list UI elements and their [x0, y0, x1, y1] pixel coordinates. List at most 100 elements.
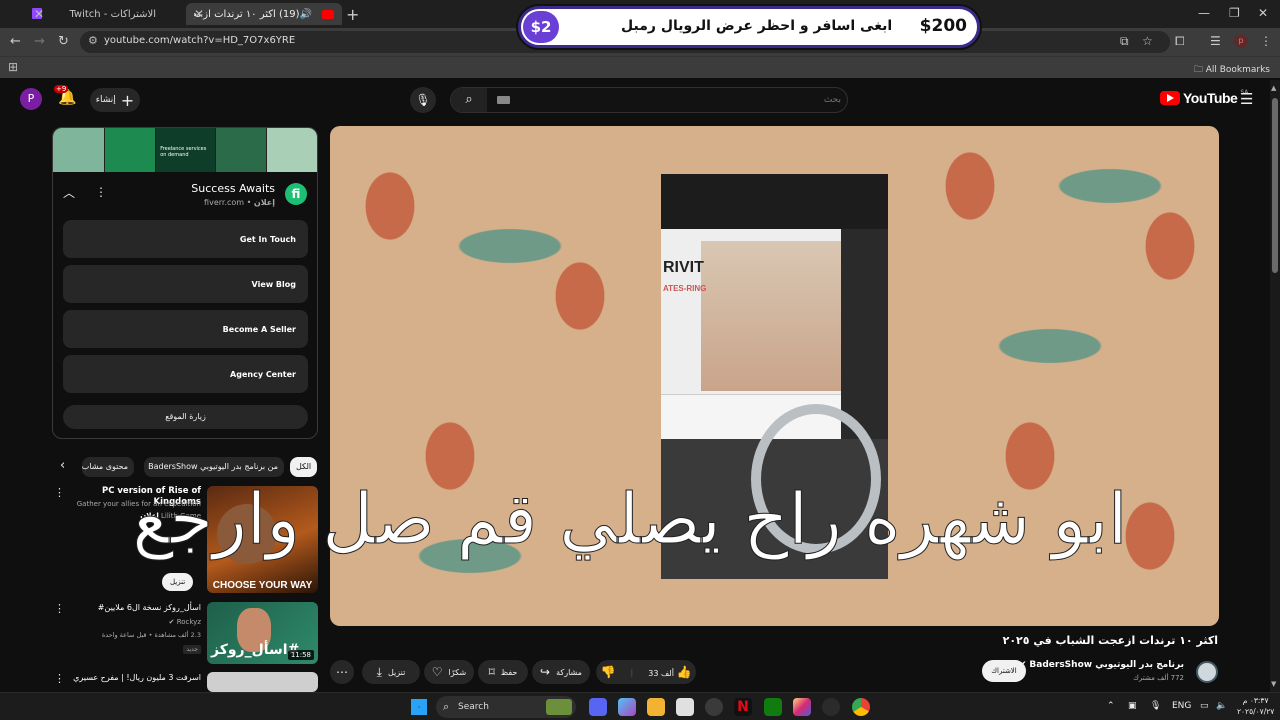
dislike-icon[interactable]: 👎 — [601, 665, 616, 679]
forward-icon[interactable]: → — [34, 34, 45, 49]
channel-name[interactable]: برنامج بدر اليوتيوبي BadersShow ✔ — [1019, 660, 1184, 670]
like-dislike-group: 👎 | 33 ألف 👍 — [596, 660, 696, 684]
speaker-icon[interactable]: 🔊 — [300, 9, 312, 20]
new-tab-button[interactable]: + — [346, 5, 359, 24]
scroll-down-icon[interactable]: ▼ — [1271, 680, 1276, 688]
download-button[interactable]: تنزيل — [162, 573, 194, 591]
guide-menu-icon[interactable]: ☰ — [1240, 90, 1253, 108]
app-icon[interactable] — [705, 698, 723, 716]
extensions-icon[interactable]: ⧠ — [1175, 34, 1185, 49]
notification-count-badge: +9 — [54, 85, 69, 93]
xbox-icon[interactable] — [764, 698, 782, 716]
language-indicator[interactable]: ENG — [1172, 701, 1191, 711]
collapse-chevron-icon[interactable]: ︿ — [63, 184, 75, 201]
close-tab-icon[interactable]: ✕ — [34, 7, 44, 21]
microphone-icon[interactable]: 🎙 — [1150, 701, 1161, 711]
ad-link-agency-center[interactable]: Agency Center — [63, 355, 308, 393]
chevron-left-icon[interactable]: ‹ — [60, 458, 65, 473]
all-bookmarks-label: All Bookmarks — [1205, 65, 1270, 75]
recommended-video-item[interactable]: #اسأل_روكز 11:58 ⋮ #اسأل_روكز نسخة ال6 م… — [52, 602, 318, 666]
cast-icon[interactable]: ⧉ — [1120, 34, 1129, 49]
share-icon: ↪ — [540, 665, 551, 679]
donation-badge: $2 — [523, 11, 559, 43]
copilot-icon[interactable] — [618, 698, 636, 716]
tray-chevron-up-icon[interactable]: ⌃ — [1107, 701, 1115, 711]
like-button[interactable]: 33 ألف 👍 — [648, 665, 691, 679]
ad-domain: fiverr.com — [204, 198, 245, 207]
thanks-button[interactable]: ♡ شكرًا — [424, 660, 474, 684]
chrome-icon[interactable] — [852, 698, 870, 716]
scroll-up-icon[interactable]: ▲ — [1271, 84, 1276, 92]
thanks-icon: ♡ — [431, 665, 443, 679]
taskbar-search[interactable]: ⌕ Search — [436, 696, 576, 718]
voice-search-mic-icon[interactable]: 🎙 — [410, 87, 436, 113]
download-label: تنزيل — [387, 667, 406, 677]
tab-youtube[interactable]: 🔊 (19) اكثر ١٠ ترندات ازعجت الشا... ✕ — [186, 3, 342, 25]
page-scrollbar[interactable]: ▲ ▼ — [1270, 80, 1280, 692]
file-explorer-icon[interactable] — [647, 698, 665, 716]
windows-start-icon[interactable] — [411, 699, 427, 715]
store-icon[interactable] — [676, 698, 694, 716]
url-text[interactable]: youtube.com/watch?v=HD_7O7x6YRE — [104, 35, 295, 46]
scrollbar-thumb[interactable] — [1272, 98, 1278, 273]
video-thumbnail[interactable]: #اسأل_روكز 11:58 — [207, 602, 318, 664]
ad-title: Success Awaits — [191, 182, 275, 195]
search-input[interactable] — [491, 91, 841, 109]
discord-icon[interactable] — [589, 698, 607, 716]
tray-app-icon[interactable]: ▣ — [1128, 701, 1137, 711]
like-count: 33 ألف — [648, 669, 674, 678]
more-actions-button[interactable]: ⋯ — [330, 660, 354, 684]
browser-menu-icon[interactable]: ⋮ — [1260, 34, 1272, 48]
ad-link-become-seller[interactable]: Become A Seller — [63, 310, 308, 348]
close-tab-icon[interactable]: ✕ — [194, 7, 204, 21]
create-button[interactable]: إنشاء + — [90, 88, 140, 112]
ad-banner-image[interactable]: Freelance services on demand — [53, 128, 317, 172]
system-clock[interactable]: ٠٣:٣٧ م ٢٠٢٥/٠٧/٢٧ — [1237, 695, 1274, 717]
browser-profile-avatar[interactable]: p — [1234, 34, 1248, 48]
subscribe-button[interactable]: الاشتراك — [982, 660, 1026, 682]
download-button[interactable]: ⤓ تنزيل — [362, 660, 420, 684]
window-close-icon[interactable]: ✕ — [1258, 6, 1268, 20]
restore-icon[interactable]: ❐ — [1229, 6, 1240, 20]
save-button[interactable]: ⌑ حفظ — [478, 660, 528, 684]
back-icon[interactable]: ← — [10, 34, 21, 49]
reload-icon[interactable]: ↻ — [58, 34, 69, 49]
rec-title[interactable]: #اسأل_روكز نسخة ال6 ملايين — [61, 602, 201, 613]
netflix-icon[interactable]: N — [734, 698, 752, 716]
visit-site-button[interactable]: زيارة الموقع — [63, 405, 308, 429]
reading-list-icon[interactable]: ☰ — [1210, 34, 1221, 48]
fiverr-logo-icon[interactable]: fi — [285, 183, 307, 205]
ad-more-icon[interactable]: ⋮ — [95, 185, 107, 199]
instagram-icon[interactable] — [793, 698, 811, 716]
ad-link-view-blog[interactable]: View Blog — [63, 265, 308, 303]
network-icon[interactable]: ▭ — [1200, 701, 1209, 711]
tab-title: الاشتراكات - Twitch — [69, 8, 156, 20]
chip-all[interactable]: الكل — [290, 457, 318, 477]
youtube-logo[interactable]: YouTube SA — [1160, 89, 1248, 106]
search-icon[interactable]: ⌕ — [451, 88, 487, 112]
settings-gear-icon[interactable] — [822, 698, 840, 716]
volume-icon[interactable]: 🔈 — [1216, 701, 1227, 711]
account-avatar[interactable]: P — [20, 88, 42, 110]
ad-link-get-in-touch[interactable]: Get In Touch — [63, 220, 308, 258]
tab-title: (19) اكثر ١٠ ترندات ازعجت الشا... — [194, 8, 300, 20]
all-bookmarks-link[interactable]: 🗀 All Bookmarks — [1194, 62, 1270, 78]
bookmark-star-icon[interactable]: ☆ — [1142, 34, 1153, 48]
donation-banner: $2 ابغى اسافر و احظر عرض الرويال رمبل $2… — [518, 6, 980, 48]
site-info-icon[interactable]: ⚙ — [88, 34, 98, 47]
search-icon: ⌕ — [443, 700, 450, 713]
chip-channel[interactable]: من برنامج بدر اليوتيوبي BadersShow — [144, 457, 284, 477]
rec-channel[interactable]: ✔ Rockyz — [61, 618, 201, 626]
video-thumbnail[interactable] — [207, 672, 318, 692]
apps-grid-icon[interactable]: ⊞ — [8, 60, 18, 74]
recommended-video-item[interactable]: ⋮ اسرفت 3 مليون ريال! | مفرح عسيري — [52, 672, 318, 692]
channel-avatar[interactable] — [1196, 661, 1218, 683]
share-button[interactable]: ↪ مشاركة — [532, 660, 590, 684]
rec-title[interactable]: اسرفت 3 مليون ريال! | مفرح عسيري — [61, 672, 201, 683]
chip-similar[interactable]: محتوى مشاب — [82, 457, 134, 477]
ad-sponsor-line: إعلان • fiverr.com — [204, 198, 275, 207]
video-action-row: برنامج بدر اليوتيوبي BadersShow ✔ 772 أل… — [330, 656, 1220, 686]
tab-twitch[interactable]: الاشتراكات - Twitch ✕ — [26, 3, 182, 25]
minimize-icon[interactable]: — — [1198, 6, 1210, 20]
ad-image-tile — [215, 128, 268, 172]
